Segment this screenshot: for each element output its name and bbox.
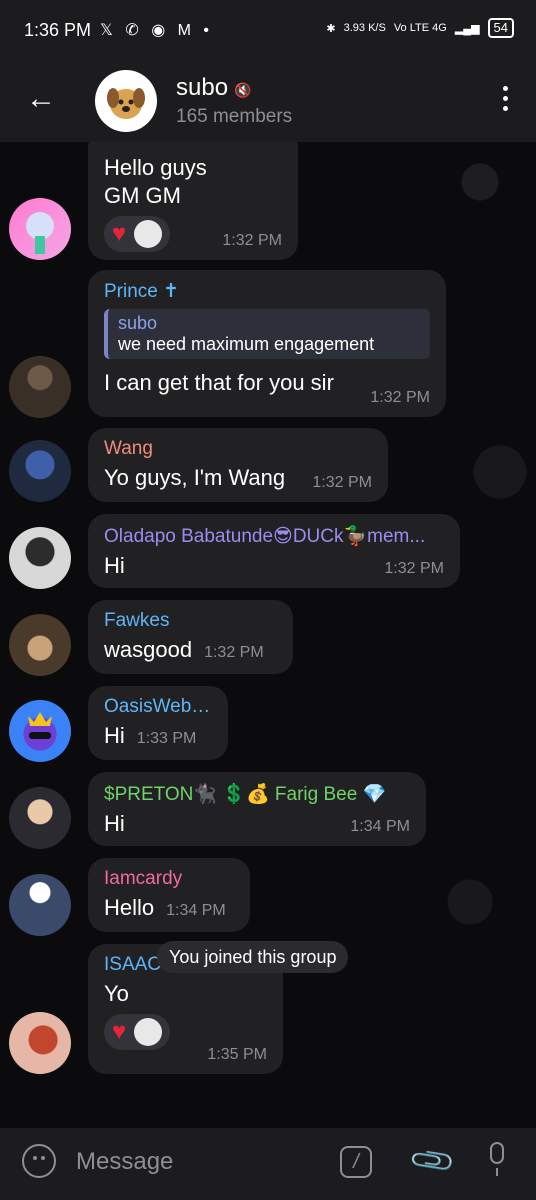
message-input-bar: Message / 📎 <box>0 1128 536 1200</box>
message-bubble[interactable]: Wang Yo guys, I'm Wang 1:32 PM <box>88 428 388 502</box>
sender-name[interactable]: Wang <box>104 438 372 460</box>
message-bubble[interactable]: Hello guys GM GM ♥ 1:32 PM <box>88 142 298 260</box>
message-time: 1:35 PM <box>207 1046 267 1063</box>
more-options-icon[interactable] <box>503 86 508 111</box>
reaction-chip[interactable]: ♥ <box>104 1014 171 1050</box>
avatar[interactable] <box>9 700 71 762</box>
sender-name[interactable]: Iamcardy <box>104 868 234 890</box>
reactor-avatar <box>134 220 163 248</box>
avatar[interactable] <box>9 440 71 502</box>
avatar[interactable] <box>9 527 71 589</box>
message-time: 1:32 PM <box>222 232 282 249</box>
message-text: Hi 1:33 PM <box>104 723 197 748</box>
system-message: You joined this group <box>157 941 349 973</box>
mute-icon: 🔇 <box>234 82 252 98</box>
avatar[interactable] <box>9 787 71 849</box>
message-time: 1:32 PM <box>312 474 372 491</box>
sender-name[interactable]: Prince ✝ <box>104 280 430 303</box>
microphone-icon[interactable] <box>486 1142 508 1178</box>
message-time: 1:33 PM <box>136 730 197 747</box>
group-avatar[interactable] <box>95 70 157 132</box>
quote-sender: subo <box>118 313 158 333</box>
notification-icons: 𝕏 ✆ ◉ M • <box>100 22 213 39</box>
status-time: 1:36 PM <box>24 20 92 40</box>
message-bubble[interactable]: OasisWeb_3 Hi 1:33 PM <box>88 686 228 760</box>
emoji-icon[interactable] <box>22 1144 56 1178</box>
message-time: 1:32 PM <box>204 644 264 661</box>
net-speed: 3.93 K/S <box>343 22 386 34</box>
avatar[interactable] <box>9 198 71 260</box>
back-arrow-icon[interactable]: ← <box>26 82 56 116</box>
sender-name[interactable]: Oladapo Babatunde😎DUCk🦆mem... <box>104 524 444 548</box>
dog-icon <box>107 88 145 119</box>
message-bubble[interactable]: $PRETON🐈‍⬛ 💲💰 Farig Bee 💎 Hi 1:34 PM <box>88 772 426 846</box>
message-text: Hello guys GM GM <box>104 155 207 208</box>
bluetooth-icon: ✱ <box>326 22 336 35</box>
paperclip-icon[interactable]: 📎 <box>407 1136 458 1187</box>
sender-name[interactable]: $PRETON🐈‍⬛ 💲💰 Farig Bee 💎 <box>104 782 410 806</box>
message-bubble[interactable]: Iamcardy Hello 1:34 PM <box>88 858 250 932</box>
message-text: Hello 1:34 PM <box>104 895 226 920</box>
message-time: 1:34 PM <box>166 902 226 919</box>
signal-icon: ▂▄▆ <box>454 22 480 35</box>
message-input[interactable]: Message <box>76 1148 173 1176</box>
quote-text: we need maximum engagement <box>118 334 375 354</box>
message-text: Yo <box>104 981 129 1006</box>
heart-icon: ♥ <box>112 220 127 247</box>
creature-icon <box>26 212 54 254</box>
heart-icon: ♥ <box>112 1018 127 1045</box>
avatar[interactable] <box>9 356 71 418</box>
message-time: 1:34 PM <box>350 818 410 835</box>
sender-name[interactable]: OasisWeb_3 <box>104 696 212 718</box>
message-list[interactable]: Hello guys GM GM ♥ 1:32 PM Prince ✝ subo… <box>0 142 536 1128</box>
message-bubble[interactable]: Oladapo Babatunde😎DUCk🦆mem... Hi 1:32 PM <box>88 514 460 588</box>
status-right: ✱ 3.93 K/S Vo LTE 4G ▂▄▆ 54 <box>326 18 514 38</box>
message-time: 1:32 PM <box>370 389 430 406</box>
crown-icon <box>28 712 52 739</box>
reactor-avatar <box>134 1018 163 1046</box>
message-time: 1:32 PM <box>384 560 444 577</box>
message-bubble[interactable]: Fawkes wasgood 1:32 PM <box>88 600 293 674</box>
bot-commands-icon[interactable]: / <box>340 1146 372 1178</box>
member-count: 165 members <box>176 106 293 127</box>
group-title[interactable]: subo 🔇 <box>176 74 251 102</box>
message-text: wasgood 1:32 PM <box>104 637 264 662</box>
avatar[interactable] <box>9 614 71 676</box>
status-bar: 1:36 PM 𝕏 ✆ ◉ M • ✱ 3.93 K/S Vo LTE 4G ▂… <box>0 0 536 60</box>
reaction-chip[interactable]: ♥ <box>104 216 171 252</box>
sender-name[interactable]: Fawkes <box>104 610 277 632</box>
chat-header: ← subo 🔇 165 members <box>0 60 536 142</box>
avatar[interactable] <box>9 874 71 936</box>
avatar[interactable] <box>9 1012 71 1074</box>
network-indicator: Vo LTE 4G <box>393 22 447 34</box>
message-bubble[interactable]: Prince ✝ subo we need maximum engagement… <box>88 270 446 417</box>
battery-icon: 54 <box>487 18 514 38</box>
reply-quote[interactable]: subo we need maximum engagement <box>104 309 430 359</box>
